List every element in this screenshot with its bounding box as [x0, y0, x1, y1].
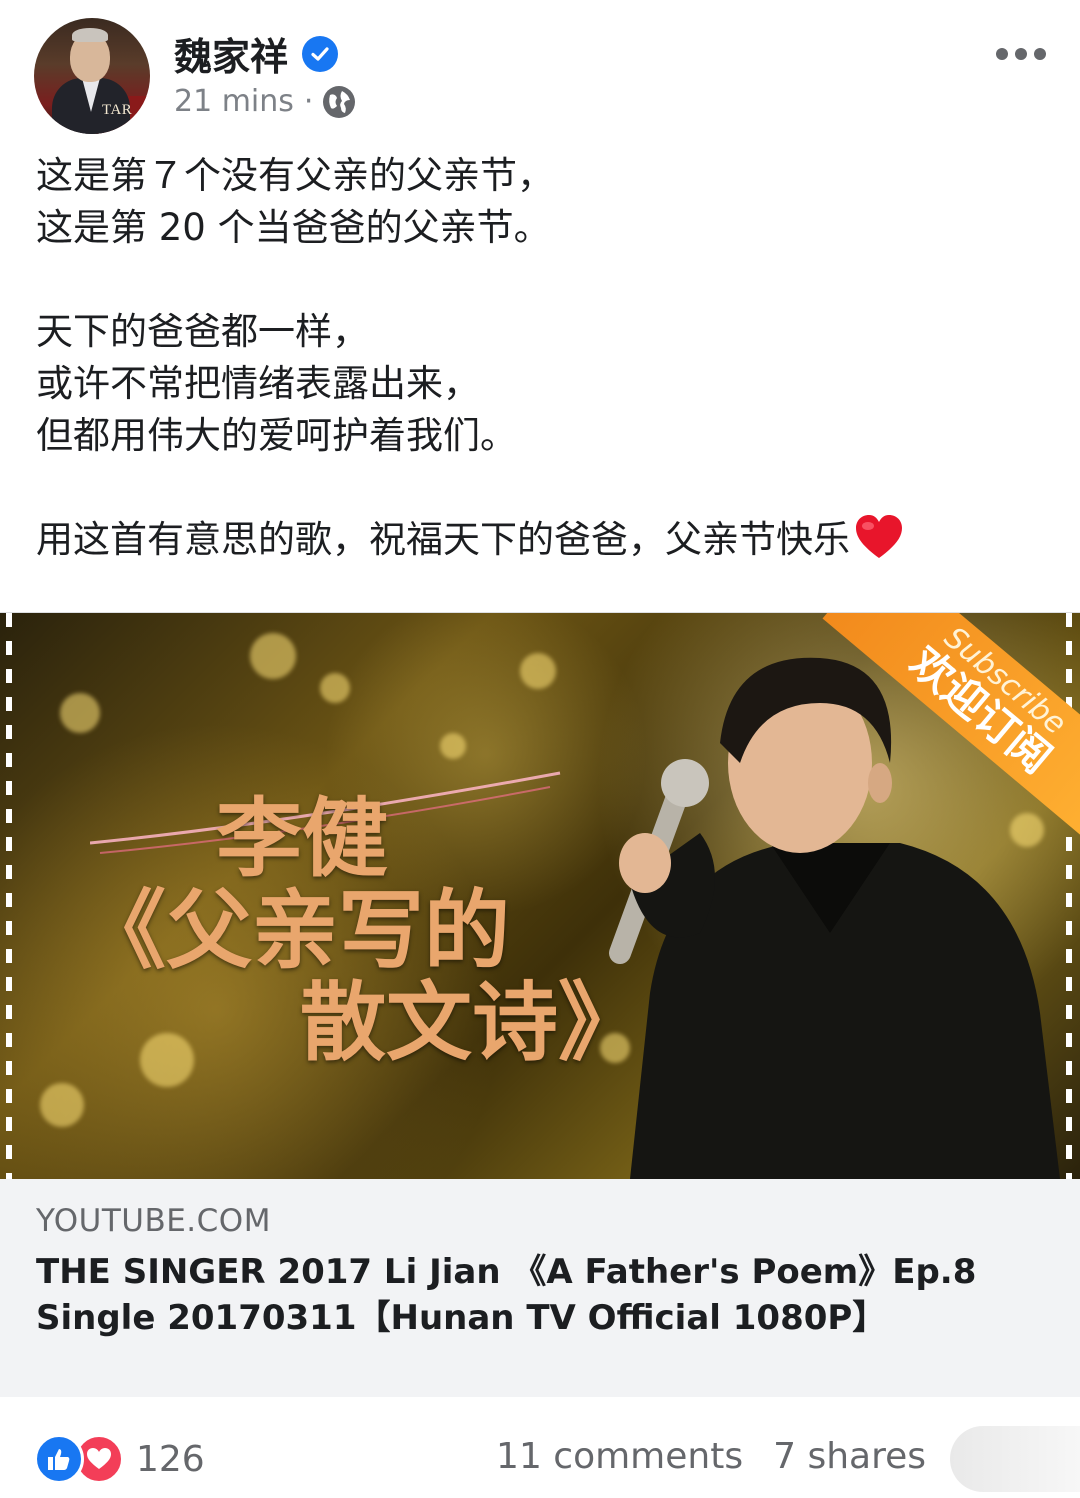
link-title[interactable]: THE SINGER 2017 Li Jian 《A Father's Poem… [36, 1249, 1046, 1341]
more-dot [996, 48, 1008, 60]
art-line-singer: 李健 [216, 789, 388, 889]
viewer-avatar-edge[interactable] [950, 1426, 1080, 1492]
like-reaction-icon [34, 1434, 84, 1484]
link-info[interactable]: YOUTUBE.COM THE SINGER 2017 Li Jian 《A F… [0, 1179, 1080, 1397]
engagement-stats: 11 comments 7 shares [496, 1436, 926, 1477]
more-options-icon[interactable] [996, 40, 1046, 68]
post-line: 这是第７个没有父亲的父亲节， [36, 154, 554, 197]
more-dot [1034, 48, 1046, 60]
author-name[interactable]: 魏家祥 [174, 26, 288, 81]
more-dot [1015, 48, 1027, 60]
post-line: 用这首有意思的歌，祝福天下的爸爸，父亲节快乐 [36, 518, 850, 561]
reaction-summary[interactable]: 126 [34, 1434, 205, 1484]
post-line: 天下的爸爸都一样， [36, 310, 369, 353]
link-domain: YOUTUBE.COM [36, 1203, 271, 1239]
author-avatar[interactable]: TAR [34, 18, 150, 134]
film-edge-right [1066, 613, 1072, 1179]
post-header: TAR 魏家祥 21 mins · [0, 0, 1080, 140]
video-thumbnail[interactable]: 李健 《父亲写的 散文诗》 Subscribe 欢迎订阅 [0, 613, 1080, 1179]
globe-icon[interactable] [323, 85, 356, 118]
red-heart-emoji [854, 514, 904, 574]
bokeh-light [320, 673, 350, 703]
link-preview[interactable]: 李健 《父亲写的 散文诗》 Subscribe 欢迎订阅 YOUTUBE.COM… [0, 612, 1080, 1397]
bokeh-light [440, 733, 466, 759]
art-line-song-end: 散文诗》 [300, 973, 644, 1073]
reaction-count: 126 [136, 1438, 205, 1480]
bokeh-light [520, 653, 556, 689]
post-text: 这是第７个没有父亲的父亲节， 这是第 20 个当爸爸的父亲节。 天下的爸爸都一样… [36, 150, 1046, 574]
art-line-song: 《父亲写的 [80, 881, 510, 981]
post-footer: 126 11 comments 7 shares [0, 1400, 1080, 1498]
meta-separator: · [303, 84, 314, 119]
post-line: 或许不常把情绪表露出来， [36, 362, 480, 405]
avatar-podium-sign: TAR [102, 102, 133, 118]
post-line-with-heart: 用这首有意思的歌，祝福天下的爸爸，父亲节快乐 [36, 514, 1046, 574]
author-row: 魏家祥 [174, 26, 339, 81]
shares-count[interactable]: 7 shares [773, 1436, 926, 1477]
avatar-hair [72, 28, 108, 42]
post-time[interactable]: 21 mins [174, 84, 294, 119]
bokeh-light [40, 1083, 84, 1127]
post-line: 但都用伟大的爱呵护着我们。 [36, 414, 517, 457]
verified-badge-icon [302, 35, 339, 72]
comments-count[interactable]: 11 comments [496, 1436, 743, 1477]
video-title-art: 李健 《父亲写的 散文诗》 [80, 789, 644, 1073]
post-meta: 21 mins · [174, 84, 356, 119]
bokeh-light [60, 693, 100, 733]
film-edge-left [6, 613, 12, 1179]
post-line: 这是第 20 个当爸爸的父亲节。 [36, 206, 551, 249]
bokeh-light [250, 633, 296, 679]
